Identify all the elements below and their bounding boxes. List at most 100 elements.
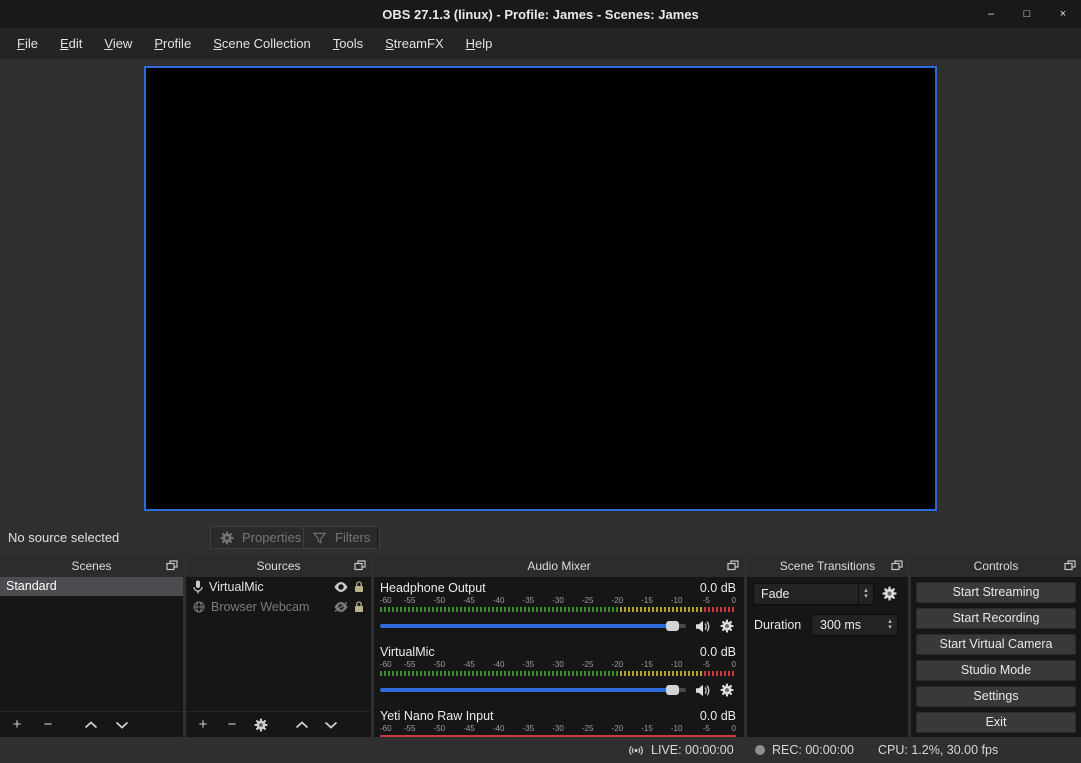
remove-source-button[interactable]: −: [225, 717, 239, 732]
audio-mixer-dock: Audio Mixer Headphone Output 0.0 dB -60-…: [374, 555, 744, 737]
meter-scale: -60-55-50-45-40-35-30-25-20-15-10-50: [380, 596, 736, 607]
transition-selected-value: Fade: [761, 587, 790, 601]
microphone-icon: [193, 580, 203, 594]
toolbar-separator: [377, 526, 378, 549]
maximize-button[interactable]: □: [1021, 9, 1033, 20]
live-status: LIVE: 00:00:00: [651, 743, 734, 757]
status-bar: LIVE: 00:00:00 REC: 00:00:00 CPU: 1.2%, …: [0, 737, 1081, 763]
filter-icon: [313, 532, 329, 544]
start-streaming-button[interactable]: Start Streaming: [916, 582, 1076, 603]
mixer-channel: Yeti Nano Raw Input 0.0 dB -60-55-50-45-…: [380, 708, 736, 737]
volume-slider[interactable]: [380, 617, 686, 635]
menu-item-scene-collection[interactable]: Scene Collection: [202, 31, 322, 56]
scene-transitions-dock-header: Scene Transitions: [747, 555, 908, 577]
source-properties-gear-icon[interactable]: [254, 718, 268, 732]
broadcast-icon: [628, 744, 644, 757]
menu-item-edit[interactable]: Edit: [49, 31, 93, 56]
source-up-button[interactable]: [295, 721, 309, 729]
lock-icon[interactable]: [354, 581, 364, 593]
combo-spinner[interactable]: ▴ ▾: [858, 584, 873, 604]
add-source-button[interactable]: +: [196, 717, 210, 732]
transition-properties-gear-icon[interactable]: [882, 586, 897, 601]
menu-item-file[interactable]: File: [6, 31, 49, 56]
menu-item-view[interactable]: View: [93, 31, 143, 56]
popout-dock-icon[interactable]: [727, 560, 739, 571]
controls-dock-title: Controls: [974, 559, 1019, 573]
controls-dock: Controls Start Streaming Start Recording…: [911, 555, 1081, 737]
popout-dock-icon[interactable]: [891, 560, 903, 571]
scene-up-button[interactable]: [84, 721, 98, 729]
menu-item-help[interactable]: Help: [455, 31, 504, 56]
audio-meter: [380, 671, 736, 676]
source-down-button[interactable]: [324, 721, 338, 729]
controls-dock-header: Controls: [911, 555, 1081, 577]
slider-handle[interactable]: [666, 621, 679, 631]
audio-mixer-dock-title: Audio Mixer: [527, 559, 590, 573]
globe-icon: [193, 601, 205, 613]
cpu-stats-group: CPU: 1.2%, 30.00 fps: [878, 737, 998, 763]
properties-button[interactable]: Properties: [210, 526, 311, 549]
mixer-channel: Headphone Output 0.0 dB -60-55-50-45-40-…: [380, 580, 736, 635]
titlebar: OBS 27.1.3 (linux) - Profile: James - Sc…: [0, 0, 1081, 28]
spin-down-icon: ▾: [864, 594, 868, 600]
popout-dock-icon[interactable]: [1064, 560, 1076, 571]
exit-button[interactable]: Exit: [916, 712, 1076, 733]
eye-icon[interactable]: [334, 582, 348, 592]
obs-main-window: OBS 27.1.3 (linux) - Profile: James - Sc…: [0, 0, 1081, 763]
duration-value: 300 ms: [820, 618, 861, 632]
menu-item-profile[interactable]: Profile: [143, 31, 202, 56]
filters-button[interactable]: Filters: [303, 526, 380, 549]
popout-dock-icon[interactable]: [354, 560, 366, 571]
close-button[interactable]: ×: [1057, 9, 1069, 20]
menu-item-tools[interactable]: Tools: [322, 31, 374, 56]
sources-dock: Sources VirtualMic: [186, 555, 371, 737]
duration-label: Duration: [754, 618, 801, 632]
gear-icon[interactable]: [720, 683, 736, 697]
volume-slider[interactable]: [380, 681, 686, 699]
eye-slash-icon[interactable]: [334, 602, 348, 612]
speaker-icon[interactable]: [695, 684, 711, 697]
transition-select[interactable]: Fade ▴ ▾: [753, 583, 874, 605]
duration-spinbox[interactable]: 300 ms ▴ ▾: [811, 614, 898, 636]
no-source-label: No source selected: [8, 530, 119, 545]
popout-dock-icon[interactable]: [166, 560, 178, 571]
slider-handle[interactable]: [666, 685, 679, 695]
record-indicator-icon: [755, 745, 765, 755]
scenes-dock: Scenes Standard + −: [0, 555, 183, 737]
live-status-group: LIVE: 00:00:00: [628, 737, 734, 763]
window-controls: – □ ×: [985, 0, 1069, 28]
scene-down-button[interactable]: [115, 721, 129, 729]
channel-level: 0.0 dB: [700, 581, 736, 595]
preview-canvas[interactable]: [144, 66, 937, 511]
minimize-button[interactable]: –: [985, 9, 997, 20]
scene-transitions-dock: Scene Transitions Fade ▴ ▾ Duration 300 …: [747, 555, 908, 737]
channel-name: VirtualMic: [380, 645, 435, 659]
channel-name: Yeti Nano Raw Input: [380, 709, 494, 723]
lock-icon[interactable]: [354, 601, 364, 613]
remove-scene-button[interactable]: −: [41, 717, 55, 732]
gear-icon: [220, 531, 236, 545]
audio-meter: [380, 607, 736, 612]
speaker-icon[interactable]: [695, 620, 711, 633]
spinbox-arrows[interactable]: ▴ ▾: [883, 615, 897, 635]
rec-status: REC: 00:00:00: [772, 743, 854, 757]
menu-item-streamfx[interactable]: StreamFX: [374, 31, 455, 56]
gear-icon[interactable]: [720, 619, 736, 633]
source-row[interactable]: Browser Webcam: [186, 597, 371, 617]
scene-list: Standard: [0, 577, 183, 711]
scene-transitions-dock-title: Scene Transitions: [780, 559, 875, 573]
source-toolbar: No source selected Properties Filters: [0, 523, 1081, 551]
menubar: File Edit View Profile Scene Collection …: [0, 28, 1081, 59]
scene-item[interactable]: Standard: [0, 577, 183, 596]
add-scene-button[interactable]: +: [10, 717, 24, 732]
cpu-stats: CPU: 1.2%, 30.00 fps: [878, 743, 998, 757]
settings-button[interactable]: Settings: [916, 686, 1076, 707]
sources-list-toolbar: + −: [186, 711, 371, 737]
source-row[interactable]: VirtualMic: [186, 577, 371, 597]
source-list: VirtualMic Browser Webcam: [186, 577, 371, 711]
start-virtual-camera-button[interactable]: Start Virtual Camera: [916, 634, 1076, 655]
studio-mode-button[interactable]: Studio Mode: [916, 660, 1076, 681]
filters-label: Filters: [335, 530, 370, 545]
start-recording-button[interactable]: Start Recording: [916, 608, 1076, 629]
controls-body: Start Streaming Start Recording Start Vi…: [911, 577, 1081, 737]
